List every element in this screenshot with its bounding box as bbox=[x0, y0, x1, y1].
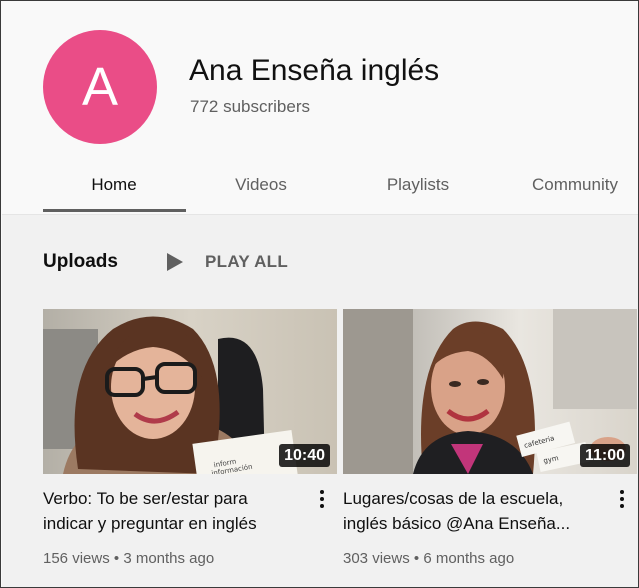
channel-tabs: Home Videos Playlists Community bbox=[2, 157, 638, 213]
video-title-line: inglés básico @Ana Enseña... bbox=[343, 514, 571, 533]
video-metadata: 303 views • 6 months ago bbox=[343, 550, 514, 567]
avatar-letter: A bbox=[81, 57, 119, 117]
more-vert-icon[interactable] bbox=[617, 487, 627, 511]
meta-separator: • bbox=[413, 550, 420, 567]
video-title[interactable]: Verbo: To be ser/estar para indicar y pr… bbox=[43, 486, 311, 536]
youtube-channel-page: A Ana Enseña inglés 772 subscribers Home… bbox=[0, 0, 639, 588]
video-metadata: 156 views • 3 months ago bbox=[43, 550, 214, 567]
video-title[interactable]: Lugares/cosas de la escuela, inglés bási… bbox=[343, 486, 611, 536]
video-duration: 10:40 bbox=[279, 444, 330, 467]
video-thumbnail[interactable]: cafeteria gym 11:00 bbox=[343, 309, 637, 474]
play-all-label: PLAY ALL bbox=[205, 252, 289, 271]
view-count: 303 views bbox=[343, 550, 410, 567]
play-icon bbox=[167, 253, 183, 271]
meta-separator: • bbox=[113, 550, 120, 567]
video-title-line: Lugares/cosas de la escuela, bbox=[343, 489, 564, 508]
video-title-line: indicar y preguntar en inglés bbox=[43, 514, 257, 533]
tab-playlists[interactable]: Playlists bbox=[362, 157, 474, 213]
channel-name: Ana Enseña inglés bbox=[189, 54, 440, 87]
tab-home[interactable]: Home bbox=[42, 157, 186, 213]
tab-community[interactable]: Community bbox=[532, 157, 638, 213]
video-thumbnail[interactable]: inform información 10:40 bbox=[43, 309, 337, 474]
channel-avatar[interactable]: A bbox=[43, 30, 157, 144]
active-tab-indicator bbox=[43, 209, 186, 212]
video-card[interactable]: inform información 10:40 Verbo: To be se… bbox=[43, 309, 337, 567]
view-count: 156 views bbox=[43, 550, 110, 567]
video-title-line: Verbo: To be ser/estar para bbox=[43, 489, 248, 508]
home-content: Uploads PLAY ALL inform información 10:4… bbox=[2, 215, 638, 587]
upload-age: 6 months ago bbox=[423, 550, 515, 567]
video-card[interactable]: cafeteria gym 11:00 Lugares/cosas de la … bbox=[343, 309, 637, 567]
video-duration: 11:00 bbox=[579, 444, 630, 467]
uploads-heading[interactable]: Uploads bbox=[43, 251, 118, 273]
play-all-button[interactable]: PLAY ALL bbox=[167, 249, 288, 275]
more-vert-icon[interactable] bbox=[317, 487, 327, 511]
upload-age: 3 months ago bbox=[123, 550, 215, 567]
tab-videos[interactable]: Videos bbox=[210, 157, 312, 213]
subscriber-count: 772 subscribers bbox=[190, 97, 311, 116]
